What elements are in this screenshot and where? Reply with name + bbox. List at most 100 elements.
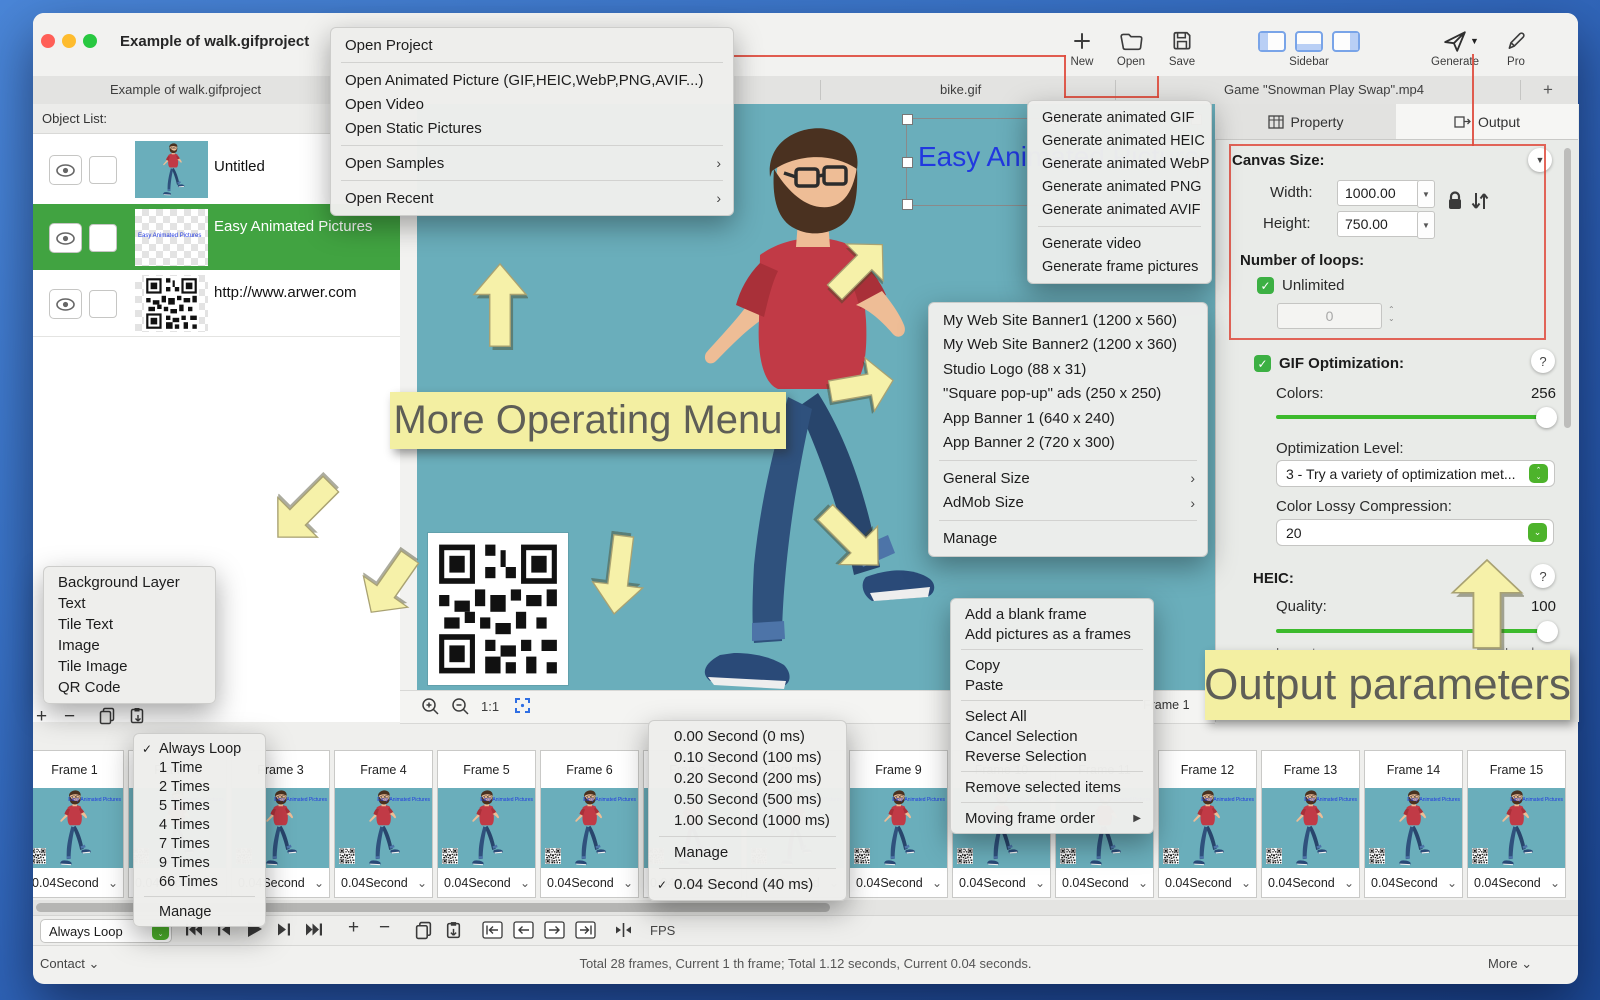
menu-item-generate-animated-heic[interactable]: Generate animated HEIC: [1028, 129, 1211, 152]
right-sidebar-icon[interactable]: [1332, 31, 1360, 52]
frame-card[interactable]: Frame 13 Easy Animated Pictures 0.04Seco…: [1261, 750, 1360, 898]
frame-card[interactable]: Frame 15 Easy Animated Pictures 0.04Seco…: [1467, 750, 1566, 898]
frame-duration-select[interactable]: 0.04Second ⌄: [1262, 868, 1359, 897]
menu-item-9-times[interactable]: 9 Times: [134, 853, 265, 872]
frame-duration-select[interactable]: 0.04Second ⌄: [438, 868, 535, 897]
copy-frame-icon[interactable]: [98, 707, 116, 730]
frame-duration-select[interactable]: 0.04Second ⌄: [850, 868, 947, 897]
paste-icon[interactable]: [444, 921, 463, 945]
menu-item-background-layer[interactable]: Background Layer: [44, 572, 215, 593]
paste-frame-icon[interactable]: [128, 707, 146, 730]
selection-handle[interactable]: [902, 114, 913, 125]
frame-card[interactable]: Frame 5 Easy Animated Pictures 0.04Secon…: [437, 750, 536, 898]
move-frame-last-icon[interactable]: [575, 921, 596, 944]
menu-item-remove-selected-items[interactable]: Remove selected items: [951, 777, 1153, 797]
menu-item-generate-video[interactable]: Generate video: [1028, 232, 1211, 255]
object-row-qr-code[interactable]: http://www.arwer.com: [33, 270, 400, 337]
frame-duration-select[interactable]: 0.04Second ⌄: [335, 868, 432, 897]
copy-icon[interactable]: [414, 921, 433, 945]
pro-button[interactable]: Pro: [1496, 28, 1536, 68]
menu-item-0-20-second-200-ms[interactable]: 0.20 Second (200 ms): [649, 768, 846, 789]
colors-slider-knob[interactable]: [1536, 407, 1557, 428]
menu-item-app-banner-1-640-x-240[interactable]: App Banner 1 (640 x 240): [929, 406, 1207, 431]
move-frame-first-icon[interactable]: [482, 921, 503, 944]
frame-card[interactable]: Frame 1 Easy Animated Pictures 0.04Secon…: [33, 750, 124, 898]
menu-item-select-all[interactable]: Select All: [951, 706, 1153, 726]
zoom-in-icon[interactable]: [421, 697, 440, 721]
menu-item-manage[interactable]: Manage: [649, 842, 846, 863]
bottom-panel-icon[interactable]: [1295, 31, 1323, 52]
zoom-out-icon[interactable]: [451, 697, 470, 721]
frame-duration-select[interactable]: 0.04Second ⌄: [541, 868, 638, 897]
selection-handle[interactable]: [902, 157, 913, 168]
add-tab-button[interactable]: +: [1543, 80, 1553, 100]
tab-snowman-mp4[interactable]: Game "Snowman Play Swap".mp4: [1224, 82, 1424, 97]
frame-duration-select[interactable]: 0.04Second ⌄: [1365, 868, 1462, 897]
menu-item-1-00-second-1000-ms[interactable]: 1.00 Second (1000 ms): [649, 810, 846, 831]
object-checkbox[interactable]: [89, 290, 117, 318]
menu-item-66-times[interactable]: 66 Times: [134, 872, 265, 891]
close-window-button[interactable]: [41, 34, 55, 48]
menu-item-copy[interactable]: Copy: [951, 655, 1153, 675]
visibility-toggle[interactable]: [49, 155, 82, 185]
menu-item-manage[interactable]: Manage: [134, 902, 265, 921]
menu-item-my-web-site-banner1-1200-x-560[interactable]: My Web Site Banner1 (1200 x 560): [929, 308, 1207, 333]
tab-walk-project[interactable]: Example of walk.gifproject: [110, 82, 261, 97]
fps-label[interactable]: FPS: [650, 923, 675, 938]
menu-item-4-times[interactable]: 4 Times: [134, 815, 265, 834]
menu-item-moving-frame-order[interactable]: Moving frame order▶: [951, 808, 1153, 828]
frame-duration-select[interactable]: 0.04Second ⌄: [953, 868, 1050, 897]
visibility-toggle[interactable]: [49, 289, 82, 319]
menu-item-0-04-second-40-ms[interactable]: ✓0.04 Second (40 ms): [649, 874, 846, 895]
color-lossy-select[interactable]: 20 ⌄: [1276, 519, 1554, 546]
save-button[interactable]: Save: [1160, 28, 1204, 68]
menu-item-tile-image[interactable]: Tile Image: [44, 656, 215, 677]
frame-duration-select[interactable]: 0.04Second ⌄: [1468, 868, 1565, 897]
menu-item-0-00-second-0-ms[interactable]: 0.00 Second (0 ms): [649, 726, 846, 747]
menu-item-reverse-selection[interactable]: Reverse Selection: [951, 746, 1153, 766]
fit-to-window-icon[interactable]: [514, 697, 531, 719]
menu-item-generate-animated-avif[interactable]: Generate animated AVIF: [1028, 198, 1211, 221]
frame-card[interactable]: Frame 6 Easy Animated Pictures 0.04Secon…: [540, 750, 639, 898]
move-frame-right-icon[interactable]: [544, 921, 565, 944]
menu-item-admob-size[interactable]: AdMob Size›: [929, 491, 1207, 516]
menu-item-generate-frame-pictures[interactable]: Generate frame pictures: [1028, 255, 1211, 278]
menu-item-7-times[interactable]: 7 Times: [134, 834, 265, 853]
menu-item-tile-text[interactable]: Tile Text: [44, 614, 215, 635]
split-frames-icon[interactable]: [614, 921, 633, 944]
frame-duration-select[interactable]: 0.04Second ⌄: [33, 868, 123, 897]
sidebar-toggle-group[interactable]: Sidebar: [1244, 28, 1374, 68]
menu-item-open-static-pictures[interactable]: Open Static Pictures: [331, 116, 733, 140]
selection-handle[interactable]: [902, 199, 913, 210]
zoom-window-button[interactable]: [83, 34, 97, 48]
menu-item-open-animated-picture-gif-heic-webp-png-avif[interactable]: Open Animated Picture (GIF,HEIC,WebP,PNG…: [331, 68, 733, 92]
menu-item-2-times[interactable]: 2 Times: [134, 777, 265, 796]
minimize-window-button[interactable]: [62, 34, 76, 48]
zoom-one-to-one[interactable]: 1:1: [481, 699, 499, 714]
quality-slider-knob[interactable]: [1537, 621, 1558, 642]
visibility-toggle[interactable]: [49, 223, 82, 253]
colors-slider[interactable]: [1276, 415, 1547, 419]
menu-item-qr-code[interactable]: QR Code: [44, 677, 215, 698]
object-checkbox[interactable]: [89, 224, 117, 252]
frame-duration-select[interactable]: 0.04Second ⌄: [1159, 868, 1256, 897]
open-button[interactable]: Open: [1108, 28, 1154, 68]
menu-item-open-samples[interactable]: Open Samples›: [331, 151, 733, 175]
gif-help-button[interactable]: ?: [1531, 349, 1555, 373]
gif-optimization-checkbox[interactable]: ✓: [1254, 355, 1271, 372]
menu-item-studio-logo-88-x-31[interactable]: Studio Logo (88 x 31): [929, 357, 1207, 382]
tab-property[interactable]: Property: [1215, 104, 1397, 140]
menu-item-general-size[interactable]: General Size›: [929, 466, 1207, 491]
menu-item-manage[interactable]: Manage: [929, 526, 1207, 551]
frame-duration-select[interactable]: 0.04Second ⌄: [1056, 868, 1153, 897]
optimization-level-select[interactable]: 3 - Try a variety of optimization met...…: [1276, 460, 1555, 487]
menu-item-image[interactable]: Image: [44, 635, 215, 656]
menu-item-5-times[interactable]: 5 Times: [134, 796, 265, 815]
menu-item-0-10-second-100-ms[interactable]: 0.10 Second (100 ms): [649, 747, 846, 768]
remove-frame-icon[interactable]: −: [64, 706, 75, 728]
menu-item-cancel-selection[interactable]: Cancel Selection: [951, 726, 1153, 746]
add-frame-icon[interactable]: +: [348, 917, 359, 939]
menu-item-square-pop-up-ads-250-x-250[interactable]: "Square pop-up" ads (250 x 250): [929, 382, 1207, 407]
menu-item-0-50-second-500-ms[interactable]: 0.50 Second (500 ms): [649, 789, 846, 810]
menu-item-add-pictures-as-a-frames[interactable]: Add pictures as a frames: [951, 624, 1153, 644]
